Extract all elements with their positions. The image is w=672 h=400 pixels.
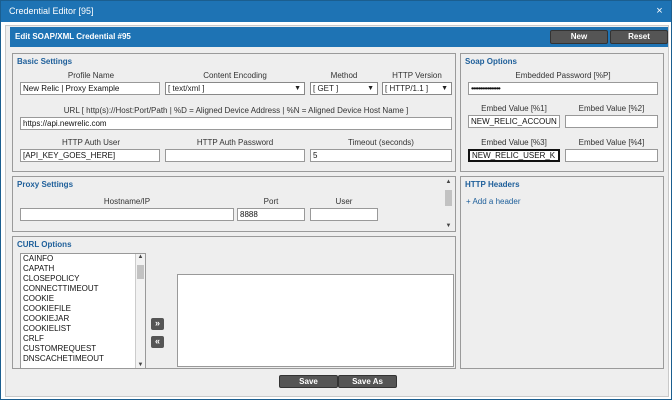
- user-label: User: [335, 197, 353, 206]
- proxy-scrollbar[interactable]: ▲ ▼: [444, 179, 454, 229]
- method-select[interactable]: [ GET ] ▼: [310, 82, 378, 95]
- content-encoding-value: [ text/xml ]: [168, 84, 205, 93]
- curl-option-item[interactable]: COOKIEJAR: [21, 314, 145, 324]
- user-input[interactable]: [310, 208, 378, 221]
- basic-settings-panel: Basic Settings Profile Name New Relic | …: [12, 53, 456, 172]
- method-label: Method: [330, 71, 358, 80]
- save-button[interactable]: Save: [279, 375, 338, 388]
- embed4-input[interactable]: [565, 149, 658, 162]
- curl-options-panel: CURL Options CAINFO CAPATH CLOSEPOLICY CONN…: [12, 236, 456, 369]
- embed2-label: Embed Value [%2]: [578, 104, 645, 113]
- curl-option-item[interactable]: CRLF: [21, 334, 145, 344]
- editor-heading: Edit SOAP/XML Credential #95: [15, 32, 131, 41]
- curl-option-item[interactable]: CONNECTTIMEOUT: [21, 284, 145, 294]
- soap-options-title: Soap Options: [465, 57, 517, 66]
- save-as-button[interactable]: Save As: [338, 375, 397, 388]
- auth-password-label: HTTP Auth Password: [196, 138, 274, 147]
- window-title: Credential Editor [95]: [9, 6, 94, 16]
- add-header-label: Add a header: [472, 197, 521, 206]
- profile-name-input[interactable]: New Relic | Proxy Example: [20, 82, 160, 95]
- editor-body: Edit SOAP/XML Credential #95 New Reset B…: [5, 25, 669, 397]
- embed4-label: Embed Value [%4]: [578, 138, 645, 147]
- curl-option-item[interactable]: CUSTOMREQUEST: [21, 344, 145, 354]
- hostname-label: Hostname/IP: [103, 197, 151, 206]
- embed1-label: Embed Value [%1]: [481, 104, 547, 113]
- http-version-value: [ HTTP/1.1 ]: [385, 84, 429, 93]
- new-button[interactable]: New: [550, 30, 608, 44]
- http-headers-panel: HTTP Headers + Add a header: [460, 176, 664, 369]
- embed3-input[interactable]: NEW_RELIC_USER_K: [468, 149, 560, 162]
- soap-options-panel: Soap Options Embedded Password [%P] ••••…: [460, 53, 664, 172]
- remove-option-button[interactable]: «: [151, 336, 164, 348]
- selected-curl-options[interactable]: [177, 274, 454, 367]
- curl-option-item[interactable]: COOKIELIST: [21, 324, 145, 334]
- curl-options-list[interactable]: CAINFO CAPATH CLOSEPOLICY CONNECTTIMEOUT COO…: [20, 253, 146, 369]
- scroll-up-icon[interactable]: ▲: [136, 254, 145, 260]
- url-input[interactable]: https://api.newrelic.com: [20, 117, 452, 130]
- embed2-input[interactable]: [565, 115, 658, 128]
- timeout-input[interactable]: 5: [310, 149, 452, 162]
- scroll-thumb[interactable]: [445, 190, 452, 206]
- http-headers-title: HTTP Headers: [465, 180, 520, 189]
- method-value: [ GET ]: [313, 84, 339, 93]
- auth-password-input[interactable]: [165, 149, 305, 162]
- curl-option-item[interactable]: COOKIE: [21, 294, 145, 304]
- timeout-label: Timeout (seconds): [348, 138, 414, 147]
- credential-editor-window: Credential Editor [95] × Edit SOAP/XML C…: [0, 0, 672, 400]
- content-encoding-label: Content Encoding: [203, 71, 267, 80]
- profile-name-label: Profile Name: [67, 71, 115, 80]
- embed1-input[interactable]: NEW_RELIC_ACCOUN: [468, 115, 560, 128]
- scroll-down-icon[interactable]: ▼: [444, 223, 453, 229]
- curl-options-title: CURL Options: [17, 240, 72, 249]
- curl-option-item[interactable]: COOKIEFILE: [21, 304, 145, 314]
- http-version-label: HTTP Version: [392, 71, 442, 80]
- http-version-select[interactable]: [ HTTP/1.1 ] ▼: [382, 82, 452, 95]
- curl-option-item[interactable]: DNSCACHETIMEOUT: [21, 354, 145, 364]
- close-icon[interactable]: ×: [653, 5, 666, 18]
- curl-option-item[interactable]: CAPATH: [21, 264, 145, 274]
- chevron-down-icon: ▼: [294, 85, 301, 92]
- embed3-label: Embed Value [%3]: [481, 138, 547, 147]
- curl-option-item[interactable]: CAINFO: [21, 254, 145, 264]
- auth-user-input[interactable]: [API_KEY_GOES_HERE]: [20, 149, 160, 162]
- embedded-password-label: Embedded Password [%P]: [515, 71, 611, 80]
- basic-settings-title: Basic Settings: [17, 57, 73, 66]
- curl-option-item[interactable]: CLOSEPOLICY: [21, 274, 145, 284]
- port-input[interactable]: 8888: [237, 208, 305, 221]
- scroll-thumb[interactable]: [137, 265, 144, 279]
- reset-button[interactable]: Reset: [610, 30, 668, 44]
- scroll-down-icon[interactable]: ▼: [136, 362, 145, 368]
- chevron-down-icon: ▼: [441, 85, 448, 92]
- auth-user-label: HTTP Auth User: [61, 138, 121, 147]
- chevron-down-icon: ▼: [367, 85, 374, 92]
- port-label: Port: [263, 197, 279, 206]
- hostname-input[interactable]: [20, 208, 234, 221]
- content-encoding-select[interactable]: [ text/xml ] ▼: [165, 82, 305, 95]
- proxy-settings-title: Proxy Settings: [17, 180, 74, 189]
- add-header-link[interactable]: + Add a header: [466, 197, 521, 206]
- window-titlebar[interactable]: Credential Editor [95] ×: [1, 1, 671, 22]
- proxy-settings-panel: Proxy Settings Hostname/IP Port 8888 Use…: [12, 176, 456, 232]
- add-option-button[interactable]: »: [151, 318, 164, 330]
- plus-icon: +: [466, 197, 471, 206]
- scroll-up-icon[interactable]: ▲: [444, 179, 453, 185]
- editor-header: Edit SOAP/XML Credential #95 New Reset: [10, 27, 668, 47]
- url-label: URL [ http(s)://Host:Port/Path | %D = Al…: [63, 106, 409, 115]
- curl-list-scrollbar[interactable]: ▲ ▼: [135, 254, 145, 368]
- embedded-password-input[interactable]: ••••••••••••••••: [468, 82, 658, 95]
